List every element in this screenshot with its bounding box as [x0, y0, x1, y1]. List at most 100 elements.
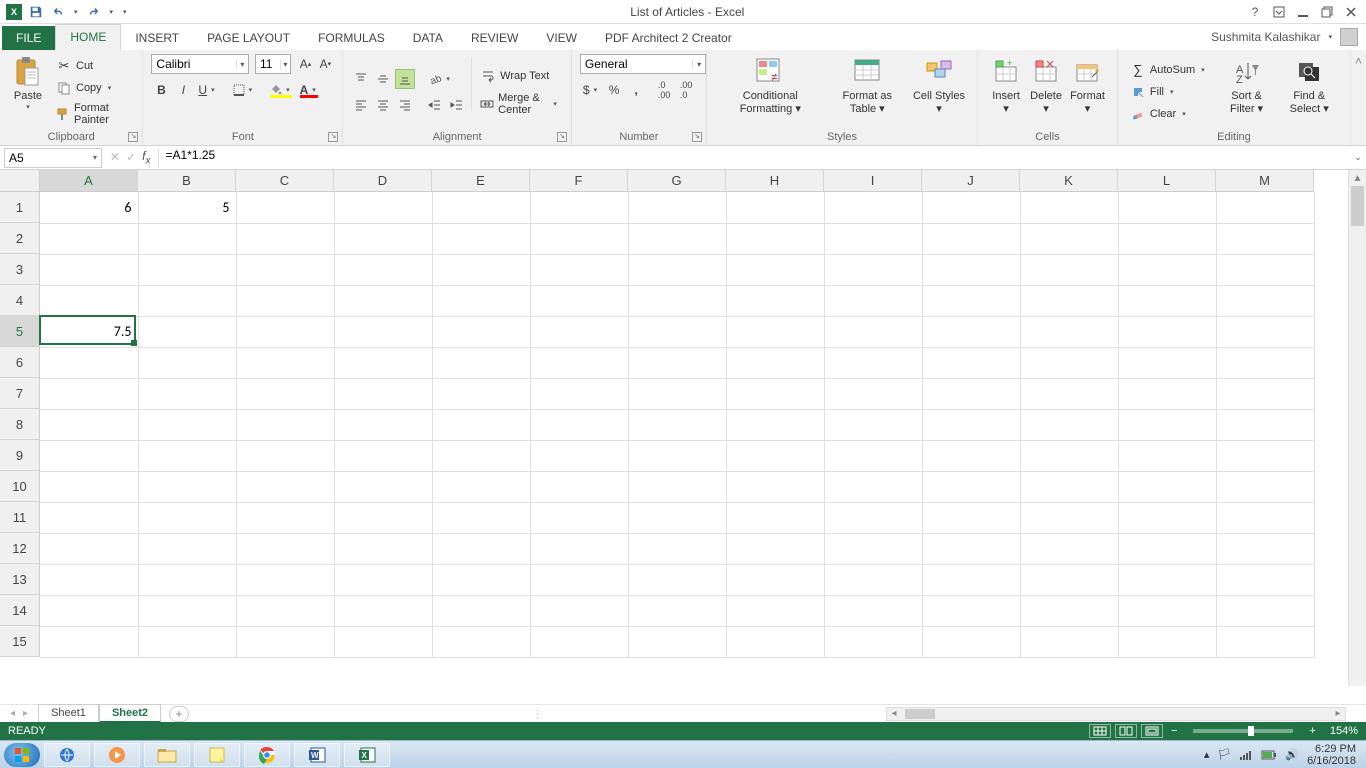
row-header[interactable]: 12 — [0, 533, 40, 564]
merge-dropdown[interactable]: ▾ — [551, 100, 559, 108]
cell[interactable] — [530, 316, 628, 347]
column-header[interactable]: C — [236, 170, 334, 192]
cell[interactable] — [334, 626, 432, 657]
font-size-input[interactable] — [256, 57, 280, 71]
cell[interactable] — [40, 626, 138, 657]
cell[interactable] — [236, 254, 334, 285]
cell[interactable] — [40, 378, 138, 409]
cell[interactable] — [236, 440, 334, 471]
minimize-icon[interactable] — [1296, 5, 1310, 19]
wrap-text-button[interactable]: Wrap Text — [476, 66, 563, 86]
select-all-corner[interactable] — [0, 170, 40, 192]
cell[interactable] — [824, 595, 922, 626]
cell[interactable] — [530, 223, 628, 254]
cell[interactable] — [334, 378, 432, 409]
vertical-scrollbar[interactable]: ▴ — [1348, 170, 1366, 686]
cell[interactable] — [726, 254, 824, 285]
accounting-format-button[interactable]: $▾ — [580, 80, 602, 100]
cell[interactable] — [1020, 440, 1118, 471]
font-size-combo[interactable]: ▾ — [255, 54, 291, 74]
cell[interactable] — [922, 285, 1020, 316]
cell[interactable] — [1020, 533, 1118, 564]
font-dialog-launcher[interactable]: ↘ — [328, 132, 338, 142]
tray-clock[interactable]: 6:29 PM 6/16/2018 — [1307, 743, 1356, 767]
sort-filter-button[interactable]: AZ Sort & Filter ▾ — [1217, 54, 1277, 129]
cell[interactable] — [432, 471, 530, 502]
tray-battery-icon[interactable] — [1261, 750, 1277, 760]
cell[interactable] — [1118, 285, 1216, 316]
align-left-button[interactable] — [351, 95, 371, 115]
cell[interactable] — [236, 285, 334, 316]
cell[interactable] — [726, 626, 824, 657]
tab-split-handle[interactable]: ⋮ — [532, 707, 544, 721]
column-header[interactable]: E — [432, 170, 530, 192]
cell[interactable] — [824, 285, 922, 316]
help-icon[interactable]: ? — [1248, 5, 1262, 19]
cell[interactable] — [1118, 192, 1216, 223]
decrease-font-button[interactable]: A▾ — [316, 54, 334, 74]
cell[interactable] — [1216, 595, 1314, 626]
cell[interactable] — [628, 564, 726, 595]
insert-cells-button[interactable]: + Insert▾ — [986, 54, 1026, 129]
taskbar-chrome-button[interactable] — [244, 743, 290, 767]
cell[interactable] — [432, 285, 530, 316]
cell[interactable] — [628, 316, 726, 347]
cell[interactable] — [138, 254, 236, 285]
percent-format-button[interactable]: % — [604, 80, 624, 100]
name-box[interactable]: A5 ▾ — [4, 148, 102, 168]
scroll-left-icon[interactable]: ◂ — [887, 708, 901, 719]
normal-view-button[interactable] — [1089, 724, 1111, 738]
cell[interactable] — [1020, 595, 1118, 626]
cell[interactable] — [726, 471, 824, 502]
cell[interactable] — [922, 409, 1020, 440]
cell[interactable] — [432, 533, 530, 564]
tab-insert[interactable]: INSERT — [121, 26, 193, 50]
cell[interactable] — [1020, 378, 1118, 409]
comma-format-button[interactable]: , — [626, 80, 646, 100]
cell[interactable] — [628, 254, 726, 285]
fill-color-button[interactable]: ▾ — [267, 80, 295, 100]
clear-button[interactable]: Clear ▾ — [1126, 104, 1211, 124]
cell-styles-button[interactable]: Cell Styles ▾ — [909, 54, 969, 129]
cell[interactable] — [922, 595, 1020, 626]
font-name-input[interactable] — [152, 57, 235, 71]
taskbar-excel-button[interactable]: X — [344, 743, 390, 767]
cell[interactable] — [1216, 533, 1314, 564]
row-header[interactable]: 8 — [0, 409, 40, 440]
cell[interactable] — [1118, 595, 1216, 626]
cell[interactable] — [726, 192, 824, 223]
cell[interactable] — [236, 316, 334, 347]
copy-button[interactable]: Copy ▾ — [52, 78, 134, 98]
cell[interactable] — [1020, 192, 1118, 223]
user-account[interactable]: Sushmita Kalashikar ▾ — [1203, 24, 1366, 50]
cell[interactable] — [530, 440, 628, 471]
cell[interactable] — [824, 409, 922, 440]
close-icon[interactable] — [1344, 5, 1358, 19]
cell[interactable] — [1216, 347, 1314, 378]
cell[interactable] — [726, 285, 824, 316]
cell[interactable] — [40, 409, 138, 440]
cell[interactable] — [1216, 502, 1314, 533]
cell[interactable] — [922, 471, 1020, 502]
undo-dropdown[interactable]: ▾ — [72, 8, 80, 16]
column-header[interactable]: L — [1118, 170, 1216, 192]
taskbar-word-button[interactable]: W — [294, 743, 340, 767]
cell[interactable] — [40, 440, 138, 471]
cell[interactable] — [922, 347, 1020, 378]
zoom-in-button[interactable]: + — [1305, 725, 1319, 737]
cell[interactable] — [40, 254, 138, 285]
cell[interactable] — [138, 285, 236, 316]
cell[interactable] — [530, 254, 628, 285]
row-header[interactable]: 5 — [0, 316, 40, 347]
cell[interactable] — [530, 347, 628, 378]
cell[interactable] — [922, 502, 1020, 533]
cell[interactable] — [1020, 223, 1118, 254]
zoom-level[interactable]: 154% — [1324, 725, 1358, 737]
align-right-button[interactable] — [395, 95, 415, 115]
cell[interactable] — [1216, 285, 1314, 316]
scroll-right-icon[interactable]: ▸ — [1331, 708, 1345, 719]
sheet-tab[interactable]: Sheet2 — [99, 704, 161, 723]
row-header[interactable]: 2 — [0, 223, 40, 254]
cell[interactable] — [1118, 440, 1216, 471]
row-header[interactable]: 10 — [0, 471, 40, 502]
